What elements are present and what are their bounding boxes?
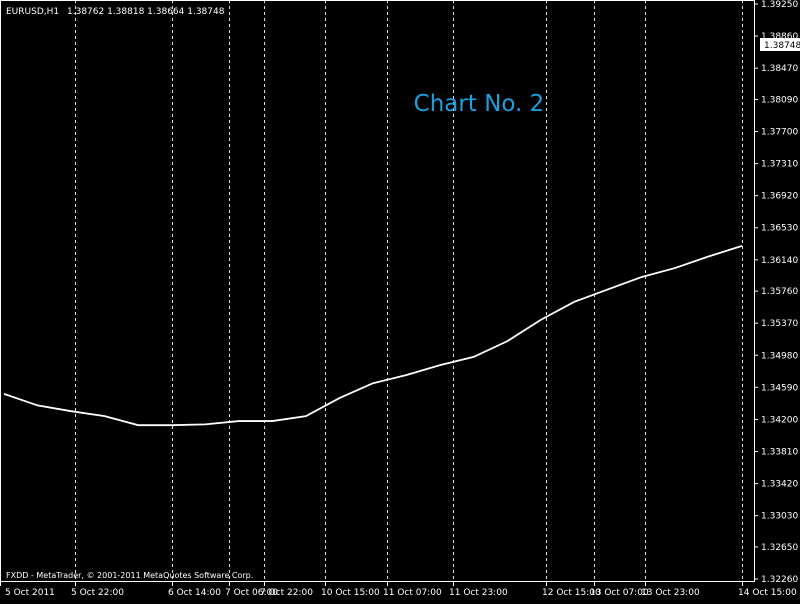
y-tick-label: 1.37310	[761, 160, 798, 170]
y-tick-label: 1.34200	[761, 415, 798, 425]
y-tick-label: 1.38090	[761, 95, 798, 105]
y-tick-label: 1.34980	[761, 351, 798, 361]
x-tick-label: 5 Oct 2011	[5, 588, 55, 598]
y-tick-label: 1.36530	[761, 224, 798, 234]
chart-window[interactable]: 1.39250 1.38860 1.38470 1.38090 1.37700 1.373…	[0, 0, 800, 600]
y-tick-label: 1.38470	[761, 64, 798, 74]
x-tick-label: 5 Oct 22:00	[71, 588, 124, 598]
overlay-label: Chart No. 2	[414, 91, 545, 117]
y-tick-label: 1.32650	[761, 543, 798, 553]
y-tick-label: 1.35760	[761, 287, 798, 297]
plot-background	[0, 0, 800, 600]
y-tick-label: 1.35370	[761, 319, 798, 329]
x-tick-label: 13 Oct 23:00	[641, 588, 700, 598]
ohlc-values: 1.38762 1.38818 1.38664 1.38748	[67, 7, 225, 17]
x-tick-label: 10 Oct 15:00	[321, 588, 380, 598]
x-tick-label: 7 Oct 22:00	[260, 588, 313, 598]
y-tick-label: 1.36140	[761, 256, 798, 266]
y-tick-label: 1.33420	[761, 480, 798, 490]
price-chart[interactable]: 1.392501.388601.384701.380901.377001.373…	[0, 0, 800, 600]
x-tick-label: 6 Oct 14:00	[168, 588, 221, 598]
y-tick-label: 1.39250	[761, 0, 798, 10]
chart-header: EURUSD,H1	[6, 7, 59, 17]
x-tick-label: 11 Oct 07:00	[383, 588, 442, 598]
y-tick-label: 1.33810	[761, 447, 798, 457]
y-tick-label: 1.34590	[761, 383, 798, 393]
y-tick-label: 1.36920	[761, 192, 798, 202]
price-highlight: 1.38748	[760, 38, 800, 51]
y-tick-label: 1.32260	[761, 575, 798, 585]
y-tick-label: 1.37700	[761, 128, 798, 138]
x-tick-label: 11 Oct 23:00	[449, 588, 508, 598]
footer-credit: FXDD - MetaTrader, © 2001-2011 MetaQuote…	[6, 571, 253, 580]
current-price-label: 1.38748	[764, 41, 800, 51]
x-tick-label: 14 Oct 15:00	[738, 588, 797, 598]
y-tick-label: 1.33030	[761, 512, 798, 522]
